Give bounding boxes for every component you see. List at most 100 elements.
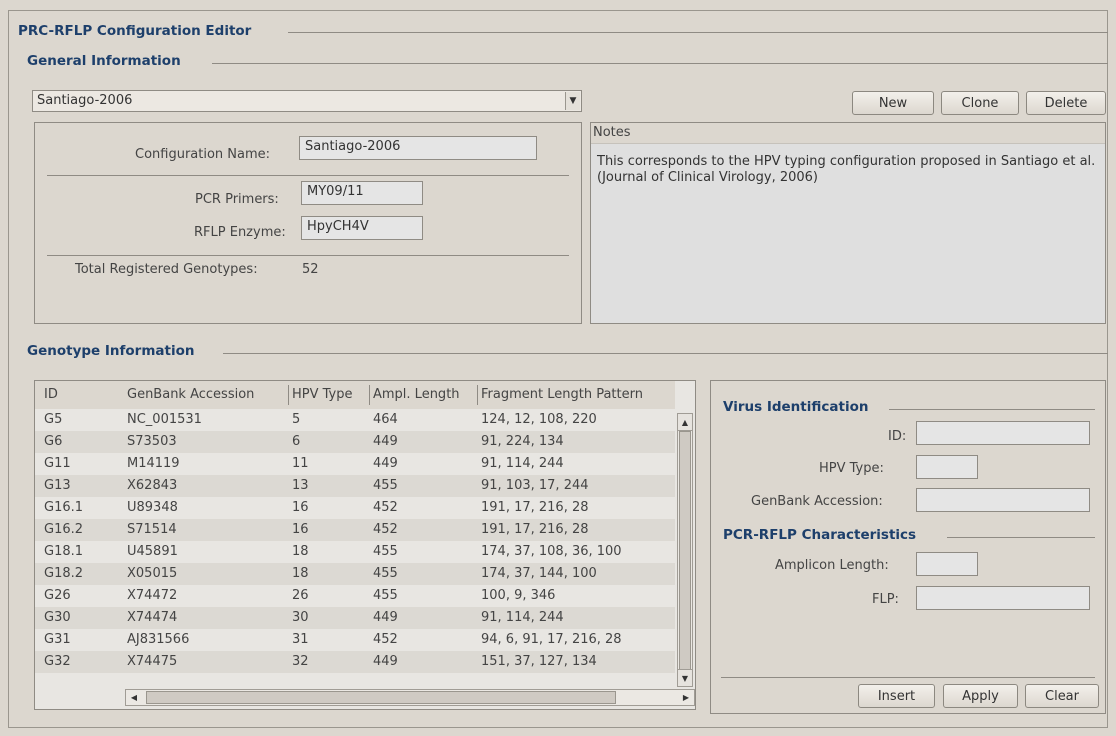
table-body: G5 NC_001531 5 464 124, 12, 108, 220 G6 S73503… (35, 409, 675, 685)
scroll-down-icon[interactable]: ▼ (678, 669, 692, 686)
table-cell: 94, 6, 91, 17, 216, 28 (481, 632, 622, 647)
table-row[interactable]: G6 S73503 6 449 91, 224, 134 (35, 431, 675, 453)
column-separator[interactable] (369, 385, 370, 405)
scroll-left-icon[interactable]: ◀ (126, 690, 142, 705)
table-cell: G11 (44, 456, 71, 471)
pcr-primers-field[interactable]: MY09/11 (301, 181, 423, 205)
table-cell: 449 (373, 434, 398, 449)
table-row[interactable]: G5 NC_001531 5 464 124, 12, 108, 220 (35, 409, 675, 431)
id-field[interactable] (916, 421, 1090, 445)
table-cell: 464 (373, 412, 398, 427)
vertical-scrollbar[interactable]: ▲ ▼ (677, 413, 693, 687)
notes-label: Notes (593, 125, 631, 140)
column-header-hpv-type[interactable]: HPV Type (292, 387, 353, 402)
clone-button[interactable]: Clone (941, 91, 1019, 115)
vertical-scroll-thumb[interactable] (679, 431, 691, 671)
title-divider (288, 32, 1108, 33)
table-cell: X62843 (127, 478, 178, 493)
table-row[interactable]: G13 X62843 13 455 91, 103, 17, 244 (35, 475, 675, 497)
table-cell: 174, 37, 108, 36, 100 (481, 544, 622, 559)
table-cell: G5 (44, 412, 63, 427)
table-cell: 174, 37, 144, 100 (481, 566, 597, 581)
pcr-divider (947, 537, 1095, 538)
config-select[interactable]: Santiago-2006 ▼ (32, 90, 582, 112)
table-cell: 16 (292, 500, 309, 515)
chevron-down-icon[interactable]: ▼ (565, 92, 580, 110)
general-section-title: General Information (25, 53, 185, 69)
table-cell: 455 (373, 566, 398, 581)
id-label: ID: (888, 429, 907, 444)
table-cell: 16 (292, 522, 309, 537)
table-cell: 32 (292, 654, 309, 669)
table-cell: 455 (373, 588, 398, 603)
scroll-up-icon[interactable]: ▲ (678, 414, 692, 431)
horizontal-scrollbar[interactable]: ◀ ▶ (125, 689, 695, 706)
table-row[interactable]: G32 X74475 32 449 151, 37, 127, 134 (35, 651, 675, 673)
table-cell: G26 (44, 588, 71, 603)
column-header-genbank[interactable]: GenBank Accession (127, 387, 254, 402)
config-divider-1 (47, 175, 569, 176)
table-cell: G6 (44, 434, 63, 449)
table-cell: 11 (292, 456, 309, 471)
amplicon-length-label: Amplicon Length: (775, 558, 889, 573)
table-row[interactable]: G16.1 U89348 16 452 191, 17, 216, 28 (35, 497, 675, 519)
table-cell: 30 (292, 610, 309, 625)
genbank-accession-field[interactable] (916, 488, 1090, 512)
notes-textarea[interactable]: This corresponds to the HPV typing confi… (597, 154, 1097, 186)
horizontal-scroll-thumb[interactable] (146, 691, 616, 704)
virus-divider (889, 409, 1095, 410)
table-row[interactable]: G16.2 S71514 16 452 191, 17, 216, 28 (35, 519, 675, 541)
table-row[interactable]: G26 X74472 26 455 100, 9, 346 (35, 585, 675, 607)
table-cell: 5 (292, 412, 301, 427)
hpv-type-field[interactable] (916, 455, 978, 479)
new-button[interactable]: New (852, 91, 934, 115)
table-cell: G31 (44, 632, 71, 647)
table-cell: 191, 17, 216, 28 (481, 522, 589, 537)
table-cell: 13 (292, 478, 309, 493)
table-cell: NC_001531 (127, 412, 202, 427)
table-cell: 91, 224, 134 (481, 434, 564, 449)
table-row[interactable]: G31 AJ831566 31 452 94, 6, 91, 17, 216, 28 (35, 629, 675, 651)
config-divider-2 (47, 255, 569, 256)
table-row[interactable]: G30 X74474 30 449 91, 114, 244 (35, 607, 675, 629)
apply-button[interactable]: Apply (943, 684, 1018, 708)
table-cell: X74475 (127, 654, 178, 669)
table-cell: G32 (44, 654, 71, 669)
table-cell: G16.2 (44, 522, 84, 537)
window-title: PRC-RFLP Configuration Editor (16, 23, 256, 39)
table-cell: 6 (292, 434, 301, 449)
column-separator[interactable] (477, 385, 478, 405)
column-header-ampl-length[interactable]: Ampl. Length (373, 387, 460, 402)
table-cell: G13 (44, 478, 71, 493)
clear-button[interactable]: Clear (1025, 684, 1099, 708)
table-cell: G18.2 (44, 566, 84, 581)
rflp-enzyme-field[interactable]: HpyCH4V (301, 216, 423, 240)
amplicon-length-field[interactable] (916, 552, 978, 576)
column-separator[interactable] (288, 385, 289, 405)
pcr-rflp-characteristics-title: PCR-RFLP Characteristics (723, 527, 921, 543)
flp-field[interactable] (916, 586, 1090, 610)
table-row[interactable]: G18.2 X05015 18 455 174, 37, 144, 100 (35, 563, 675, 585)
table-row[interactable]: G18.1 U45891 18 455 174, 37, 108, 36, 100 (35, 541, 675, 563)
column-header-id[interactable]: ID (44, 387, 58, 402)
table-cell: X05015 (127, 566, 178, 581)
hpv-type-label: HPV Type: (819, 461, 884, 476)
table-cell: 26 (292, 588, 309, 603)
table-cell: G18.1 (44, 544, 84, 559)
table-cell: 124, 12, 108, 220 (481, 412, 597, 427)
table-cell: 449 (373, 654, 398, 669)
table-row[interactable]: G11 M14119 11 449 91, 114, 244 (35, 453, 675, 475)
table-cell: 449 (373, 456, 398, 471)
table-cell: 449 (373, 610, 398, 625)
flp-label: FLP: (872, 592, 899, 607)
config-name-field[interactable]: Santiago-2006 (299, 136, 537, 160)
column-header-fragment-pattern[interactable]: Fragment Length Pattern (481, 387, 643, 402)
table-cell: U89348 (127, 500, 178, 515)
table-cell: G16.1 (44, 500, 84, 515)
delete-button[interactable]: Delete (1026, 91, 1106, 115)
insert-button[interactable]: Insert (858, 684, 935, 708)
config-name-label: Configuration Name: (135, 147, 271, 162)
scroll-right-icon[interactable]: ▶ (678, 690, 694, 705)
notes-header: Notes (591, 123, 1105, 144)
table-cell: G30 (44, 610, 71, 625)
